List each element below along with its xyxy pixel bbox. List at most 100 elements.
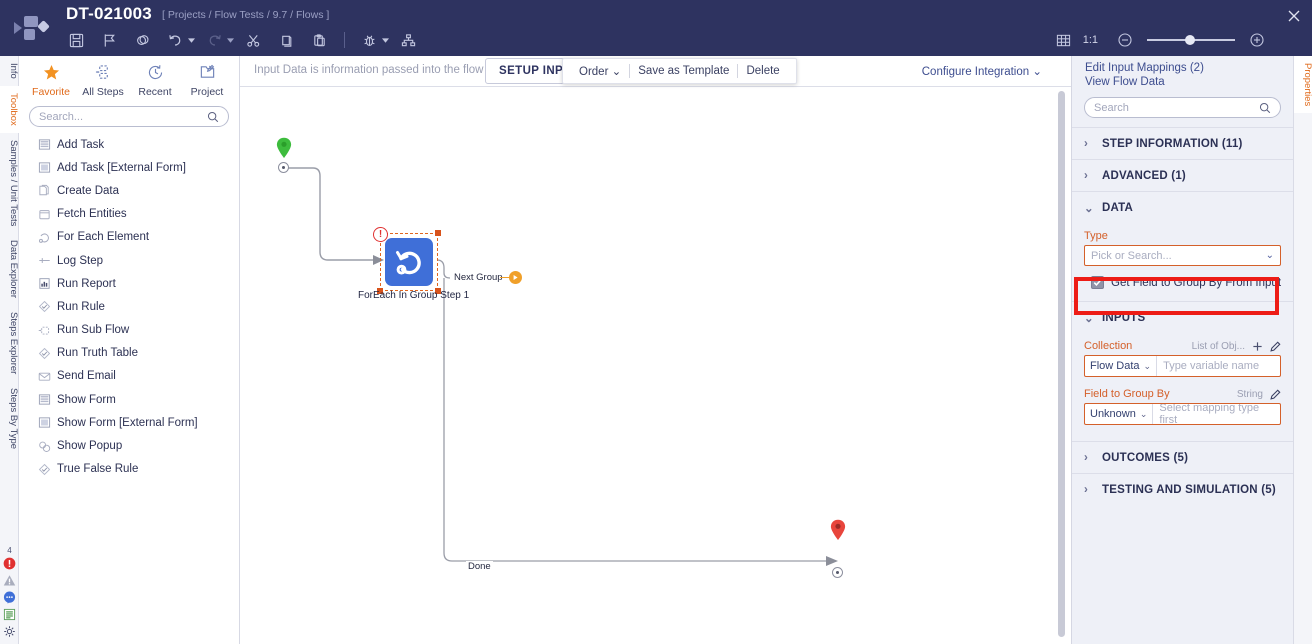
step-add-task-external-form[interactable]: Add Task [External Form] [19,156,239,179]
section-testing-and-simulation[interactable]: › TESTING AND SIMULATION (5) [1072,473,1293,505]
flow-canvas[interactable]: ! ForEach In Group Step 1 Next Group Don… [240,87,1071,644]
step-show-popup[interactable]: Show Popup [19,434,239,457]
star-icon [25,60,77,84]
comment-icon[interactable] [0,589,19,606]
pencil-icon[interactable] [1270,389,1281,400]
properties-search[interactable] [1084,97,1281,118]
start-connector-endcap[interactable] [278,162,289,173]
end-connector-endcap[interactable] [832,567,843,578]
step-label: For Each Element [57,231,150,244]
save-icon[interactable] [60,28,93,52]
next-group-output-dot[interactable] [509,271,522,284]
step-run-rule[interactable]: Run Rule [19,295,239,318]
hierarchy-icon[interactable] [392,28,425,52]
toolbox-tab-label: Recent [138,86,172,98]
collection-mapping-type-select[interactable]: Flow Data ⌄ [1085,356,1158,376]
section-data[interactable]: ⌄ DATA [1072,191,1293,223]
field-to-group-by-value-input[interactable]: Select mapping type first [1153,404,1280,424]
right-vertical-tab-rail: Properties [1293,56,1312,644]
step-run-sub-flow[interactable]: Run Sub Flow [19,319,239,342]
settings-gear-icon[interactable] [0,623,19,640]
end-pin-icon[interactable] [830,519,846,541]
step-run-report[interactable]: Run Report [19,272,239,295]
step-show-form-external-form[interactable]: Show Form [External Form] [19,411,239,434]
rail-tab-samples-unit-tests[interactable]: Samples / Unit Tests [0,133,19,233]
toolbox-tab-label: Favorite [32,86,70,98]
step-add-task[interactable]: Add Task [19,133,239,156]
rings-icon[interactable] [126,28,159,52]
context-menu-save-as-template[interactable]: Save as Template [630,65,737,77]
flag-icon[interactable] [93,28,126,52]
toolbox-search[interactable] [29,106,229,127]
step-show-form[interactable]: Show Form [19,388,239,411]
collection-variable-input[interactable]: Type variable name [1157,356,1280,376]
toolbox-tab-recent[interactable]: Recent [129,60,181,98]
step-for-each-element[interactable]: For Each Element [19,226,239,249]
toolbox-search-input[interactable] [39,110,207,123]
get-field-to-group-by-row[interactable]: Get Field to Group By From Input [1084,276,1281,289]
error-icon[interactable] [0,555,19,572]
form-lines-icon [37,393,51,407]
zoom-out-icon[interactable] [1110,28,1140,52]
collection-input-group[interactable]: Flow Data ⌄ Type variable name [1084,355,1281,377]
context-menu-order[interactable]: Order ⌄ [571,64,629,78]
context-menu-delete[interactable]: Delete [738,65,787,77]
selection-handle-tr[interactable] [435,230,441,236]
zoom-fit-button[interactable]: 1:1 [1079,34,1110,46]
rail-tab-info[interactable]: Info [0,56,19,86]
rail-tab-properties[interactable]: Properties [1294,56,1312,114]
get-field-to-group-by-label: Get Field to Group By From Input [1111,276,1282,289]
rail-tab-toolbox[interactable]: Toolbox [0,85,19,133]
step-run-truth-table[interactable]: Run Truth Table [19,342,239,365]
grid-icon[interactable] [1049,28,1079,52]
foreach-in-group-step-node[interactable] [385,238,433,286]
close-icon[interactable] [1284,6,1304,26]
field-to-group-by-input-group[interactable]: Unknown ⌄ Select mapping type first [1084,403,1281,425]
start-pin-icon[interactable] [276,137,292,159]
zoom-slider[interactable] [1147,35,1235,45]
plus-icon[interactable] [1252,341,1263,352]
section-inputs[interactable]: ⌄ INPUTS [1072,301,1293,333]
chevron-down-icon: ⌄ [1084,202,1094,215]
rail-tab-steps-by-type[interactable]: Steps By Type [0,381,19,456]
step-log-step[interactable]: Log Step [19,249,239,272]
pencil-icon[interactable] [1270,341,1281,352]
step-fetch-entities[interactable]: Fetch Entities [19,203,239,226]
view-flow-data-link[interactable]: View Flow Data [1085,76,1293,88]
step-label: Fetch Entities [57,208,127,221]
toolbox-tab-favorite[interactable]: Favorite [25,60,77,98]
section-advanced[interactable]: › ADVANCED (1) [1072,159,1293,191]
zoom-in-icon[interactable] [1242,28,1272,52]
section-step-information[interactable]: › STEP INFORMATION (11) [1072,127,1293,159]
debug-bug-icon[interactable] [353,28,386,52]
get-field-to-group-by-checkbox[interactable] [1091,276,1104,289]
search-icon [207,111,219,122]
notes-icon[interactable] [0,606,19,623]
scissors-icon[interactable] [237,28,270,52]
warning-icon[interactable] [0,572,19,589]
paste-icon[interactable] [303,28,336,52]
rail-tab-steps-explorer[interactable]: Steps Explorer [0,305,19,381]
step-label: Show Form [57,393,116,406]
section-outcomes[interactable]: › OUTCOMES (5) [1072,441,1293,473]
step-true-false-rule[interactable]: True False Rule [19,458,239,481]
undo-icon[interactable] [159,28,192,52]
toolbox-tab-all-steps[interactable]: All Steps [77,60,129,98]
field-to-group-by-mapping-type-select[interactable]: Unknown ⌄ [1085,404,1154,424]
canvas-vertical-scrollbar[interactable] [1058,91,1065,637]
zoom-slider-thumb[interactable] [1185,35,1195,45]
configure-integration-label: Configure Integration [921,66,1030,78]
redo-icon[interactable] [198,28,231,52]
edit-input-mappings-link[interactable]: Edit Input Mappings (2) [1085,62,1293,74]
rail-tab-data-explorer[interactable]: Data Explorer [0,233,19,305]
copy-icon[interactable] [270,28,303,52]
type-select[interactable]: Pick or Search... ⌄ [1084,245,1281,266]
step-send-email[interactable]: Send Email [19,365,239,388]
step-create-data[interactable]: Create Data [19,179,239,202]
properties-search-input[interactable] [1094,101,1259,114]
step-label: Run Sub Flow [57,324,130,337]
external-form-icon [37,416,51,430]
step-error-badge[interactable]: ! [373,227,388,242]
toolbox-tab-project[interactable]: Project [181,60,233,98]
configure-integration-button[interactable]: Configure Integration ⌄ [922,64,1042,78]
